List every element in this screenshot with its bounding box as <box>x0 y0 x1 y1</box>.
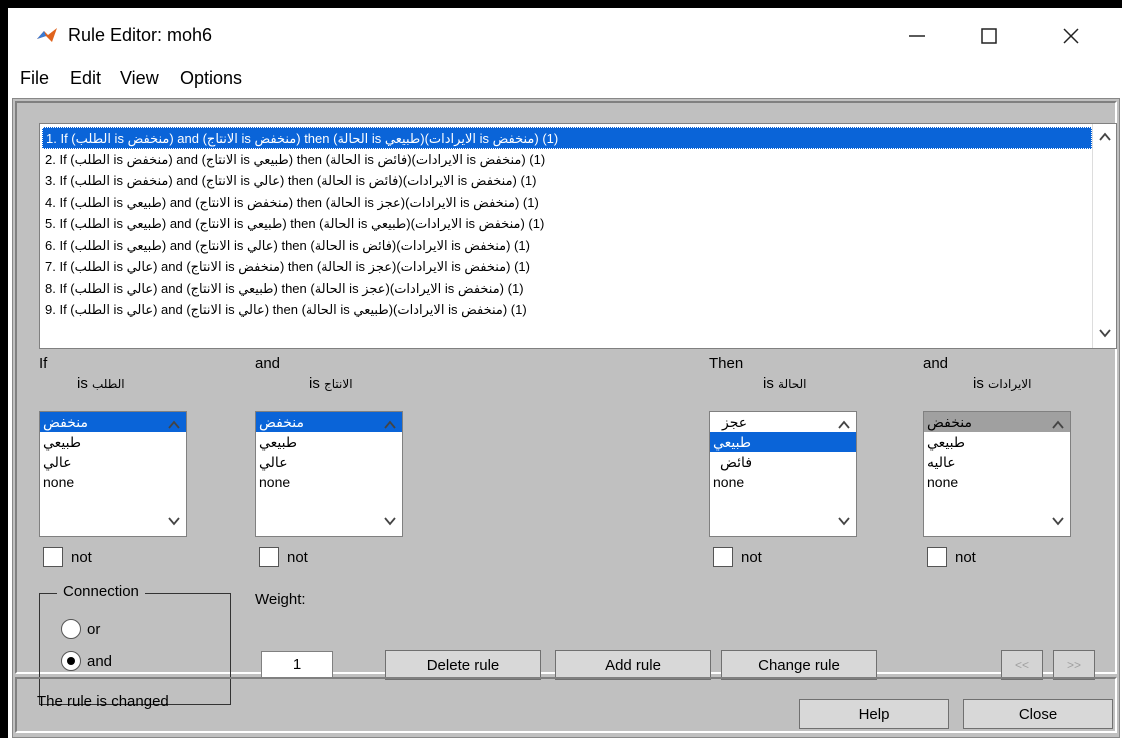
maximize-icon <box>981 28 997 44</box>
mf-list-scrollbar[interactable] <box>162 412 186 536</box>
change-rule-button[interactable]: Change rule <box>721 650 877 680</box>
help-button[interactable]: Help <box>799 699 949 729</box>
weight-input[interactable]: 1 <box>261 651 333 679</box>
and-output-mf-list[interactable]: منخفض طبيعي عاليه none <box>923 411 1071 537</box>
previous-button[interactable]: << <box>1001 650 1043 680</box>
rule-list-scrollbar[interactable] <box>1092 124 1116 348</box>
not-checkbox[interactable]: not <box>713 547 762 567</box>
status-text: The rule is changed <box>37 693 169 710</box>
window-title: Rule Editor: moh6 <box>68 25 213 45</box>
if-label: If <box>39 355 48 372</box>
not-label: not <box>287 548 308 566</box>
radio-circle[interactable] <box>61 619 81 639</box>
input-var-name: الانتاج <box>324 377 353 391</box>
maximize-button[interactable] <box>966 16 1012 56</box>
chevron-down-icon[interactable] <box>1050 514 1066 530</box>
not-checkbox[interactable]: not <box>259 547 308 567</box>
and-output-label: and <box>923 355 949 372</box>
delete-rule-button[interactable]: Delete rule <box>385 650 541 680</box>
chevron-up-icon[interactable] <box>1050 418 1066 434</box>
title-bar: Rule Editor: moh6 <box>8 8 1122 58</box>
and-radio[interactable]: and <box>61 651 112 671</box>
checkbox-box[interactable] <box>259 547 279 567</box>
is-text: is <box>973 375 984 392</box>
minimize-icon <box>909 35 925 37</box>
rule-list[interactable]: 1. If (الطلب is منخفض) and (الانتاج is م… <box>39 123 1117 349</box>
not-checkbox[interactable]: not <box>43 547 92 567</box>
and-radio-label: and <box>87 652 113 670</box>
chevron-down-icon[interactable] <box>836 514 852 530</box>
and-var-label: is الانتاج <box>309 375 353 392</box>
checkbox-box[interactable] <box>713 547 733 567</box>
rule-item[interactable]: 1. If (الطلب is منخفض) and (الانتاج is م… <box>42 127 1092 149</box>
is-text: is <box>763 375 774 392</box>
close-window-button[interactable] <box>1048 16 1094 56</box>
rule-panel: 1. If (الطلب is منخفض) and (الانتاج is م… <box>15 101 1117 705</box>
next-button[interactable]: >> <box>1053 650 1095 680</box>
chevron-down-icon[interactable] <box>382 514 398 530</box>
minimize-button[interactable] <box>894 16 940 56</box>
chevron-up-icon[interactable] <box>1097 130 1113 146</box>
status-bar <box>15 677 1117 733</box>
input-var-name: الطلب <box>92 377 125 391</box>
then-var-label: is الحالة <box>763 375 807 392</box>
menu-view[interactable]: View <box>120 68 159 89</box>
rule-item[interactable]: 9. If (الطلب is عالي) and (الانتاج is عا… <box>42 299 1092 321</box>
mf-list-scrollbar[interactable] <box>378 412 402 536</box>
menu-file[interactable]: File <box>20 68 49 89</box>
mf-list-scrollbar[interactable] <box>1046 412 1070 536</box>
or-radio[interactable]: or <box>61 619 100 639</box>
checkbox-box[interactable] <box>43 547 63 567</box>
output-var-name: الحالة <box>778 377 807 391</box>
close-button[interactable]: Close <box>963 699 1113 729</box>
chevron-up-icon[interactable] <box>166 418 182 434</box>
chevron-up-icon[interactable] <box>382 418 398 434</box>
rule-item[interactable]: 5. If (الطلب is طبيعي) and (الانتاج is ط… <box>42 213 1092 235</box>
rule-item[interactable]: 2. If (الطلب is منخفض) and (الانتاج is ط… <box>42 149 1092 171</box>
menu-edit[interactable]: Edit <box>70 68 101 89</box>
not-label: not <box>71 548 92 566</box>
chevron-down-icon[interactable] <box>1097 326 1113 342</box>
mf-list-scrollbar[interactable] <box>832 412 856 536</box>
radio-circle[interactable] <box>61 651 81 671</box>
connection-title: Connection <box>57 583 145 600</box>
output-var-name: الايرادات <box>988 377 1032 391</box>
weight-label: Weight: <box>255 591 306 608</box>
if-var-label: is الطلب <box>77 375 125 392</box>
close-icon <box>1063 28 1079 44</box>
menu-options[interactable]: Options <box>180 68 242 89</box>
then-mf-list[interactable]: عجز طبيعي فائض none <box>709 411 857 537</box>
chevron-up-icon[interactable] <box>836 418 852 434</box>
rule-item[interactable]: 8. If (الطلب is عالي) and (الانتاج is طب… <box>42 278 1092 300</box>
and-mf-list[interactable]: منخفض طبيعي عالي none <box>255 411 403 537</box>
is-text: is <box>77 375 88 392</box>
editor-body: 1. If (الطلب is منخفض) and (الانتاج is م… <box>12 98 1120 738</box>
or-label: or <box>87 620 101 638</box>
add-rule-button[interactable]: Add rule <box>555 650 711 680</box>
rule-item[interactable]: 4. If (الطلب is طبيعي) and (الانتاج is م… <box>42 192 1092 214</box>
and-label: and <box>255 355 281 372</box>
rule-item[interactable]: 3. If (الطلب is منخفض) and (الانتاج is ع… <box>42 170 1092 192</box>
checkbox-box[interactable] <box>927 547 947 567</box>
and-output-var-label: is الايرادات <box>973 375 1031 392</box>
menu-bar: File Edit View Options <box>8 58 1122 98</box>
chevron-down-icon[interactable] <box>166 514 182 530</box>
not-checkbox[interactable]: not <box>927 547 976 567</box>
rule-editor-window: Rule Editor: moh6 File Edit View Options… <box>8 8 1122 738</box>
then-label: Then <box>709 355 744 372</box>
rule-item[interactable]: 6. If (الطلب is طبيعي) and (الانتاج is ع… <box>42 235 1092 257</box>
if-mf-list[interactable]: منخفض طبيعي عالي none <box>39 411 187 537</box>
matlab-logo-icon <box>37 28 57 42</box>
not-label: not <box>955 548 976 566</box>
not-label: not <box>741 548 762 566</box>
is-text: is <box>309 375 320 392</box>
rule-item[interactable]: 7. If (الطلب is عالي) and (الانتاج is من… <box>42 256 1092 278</box>
